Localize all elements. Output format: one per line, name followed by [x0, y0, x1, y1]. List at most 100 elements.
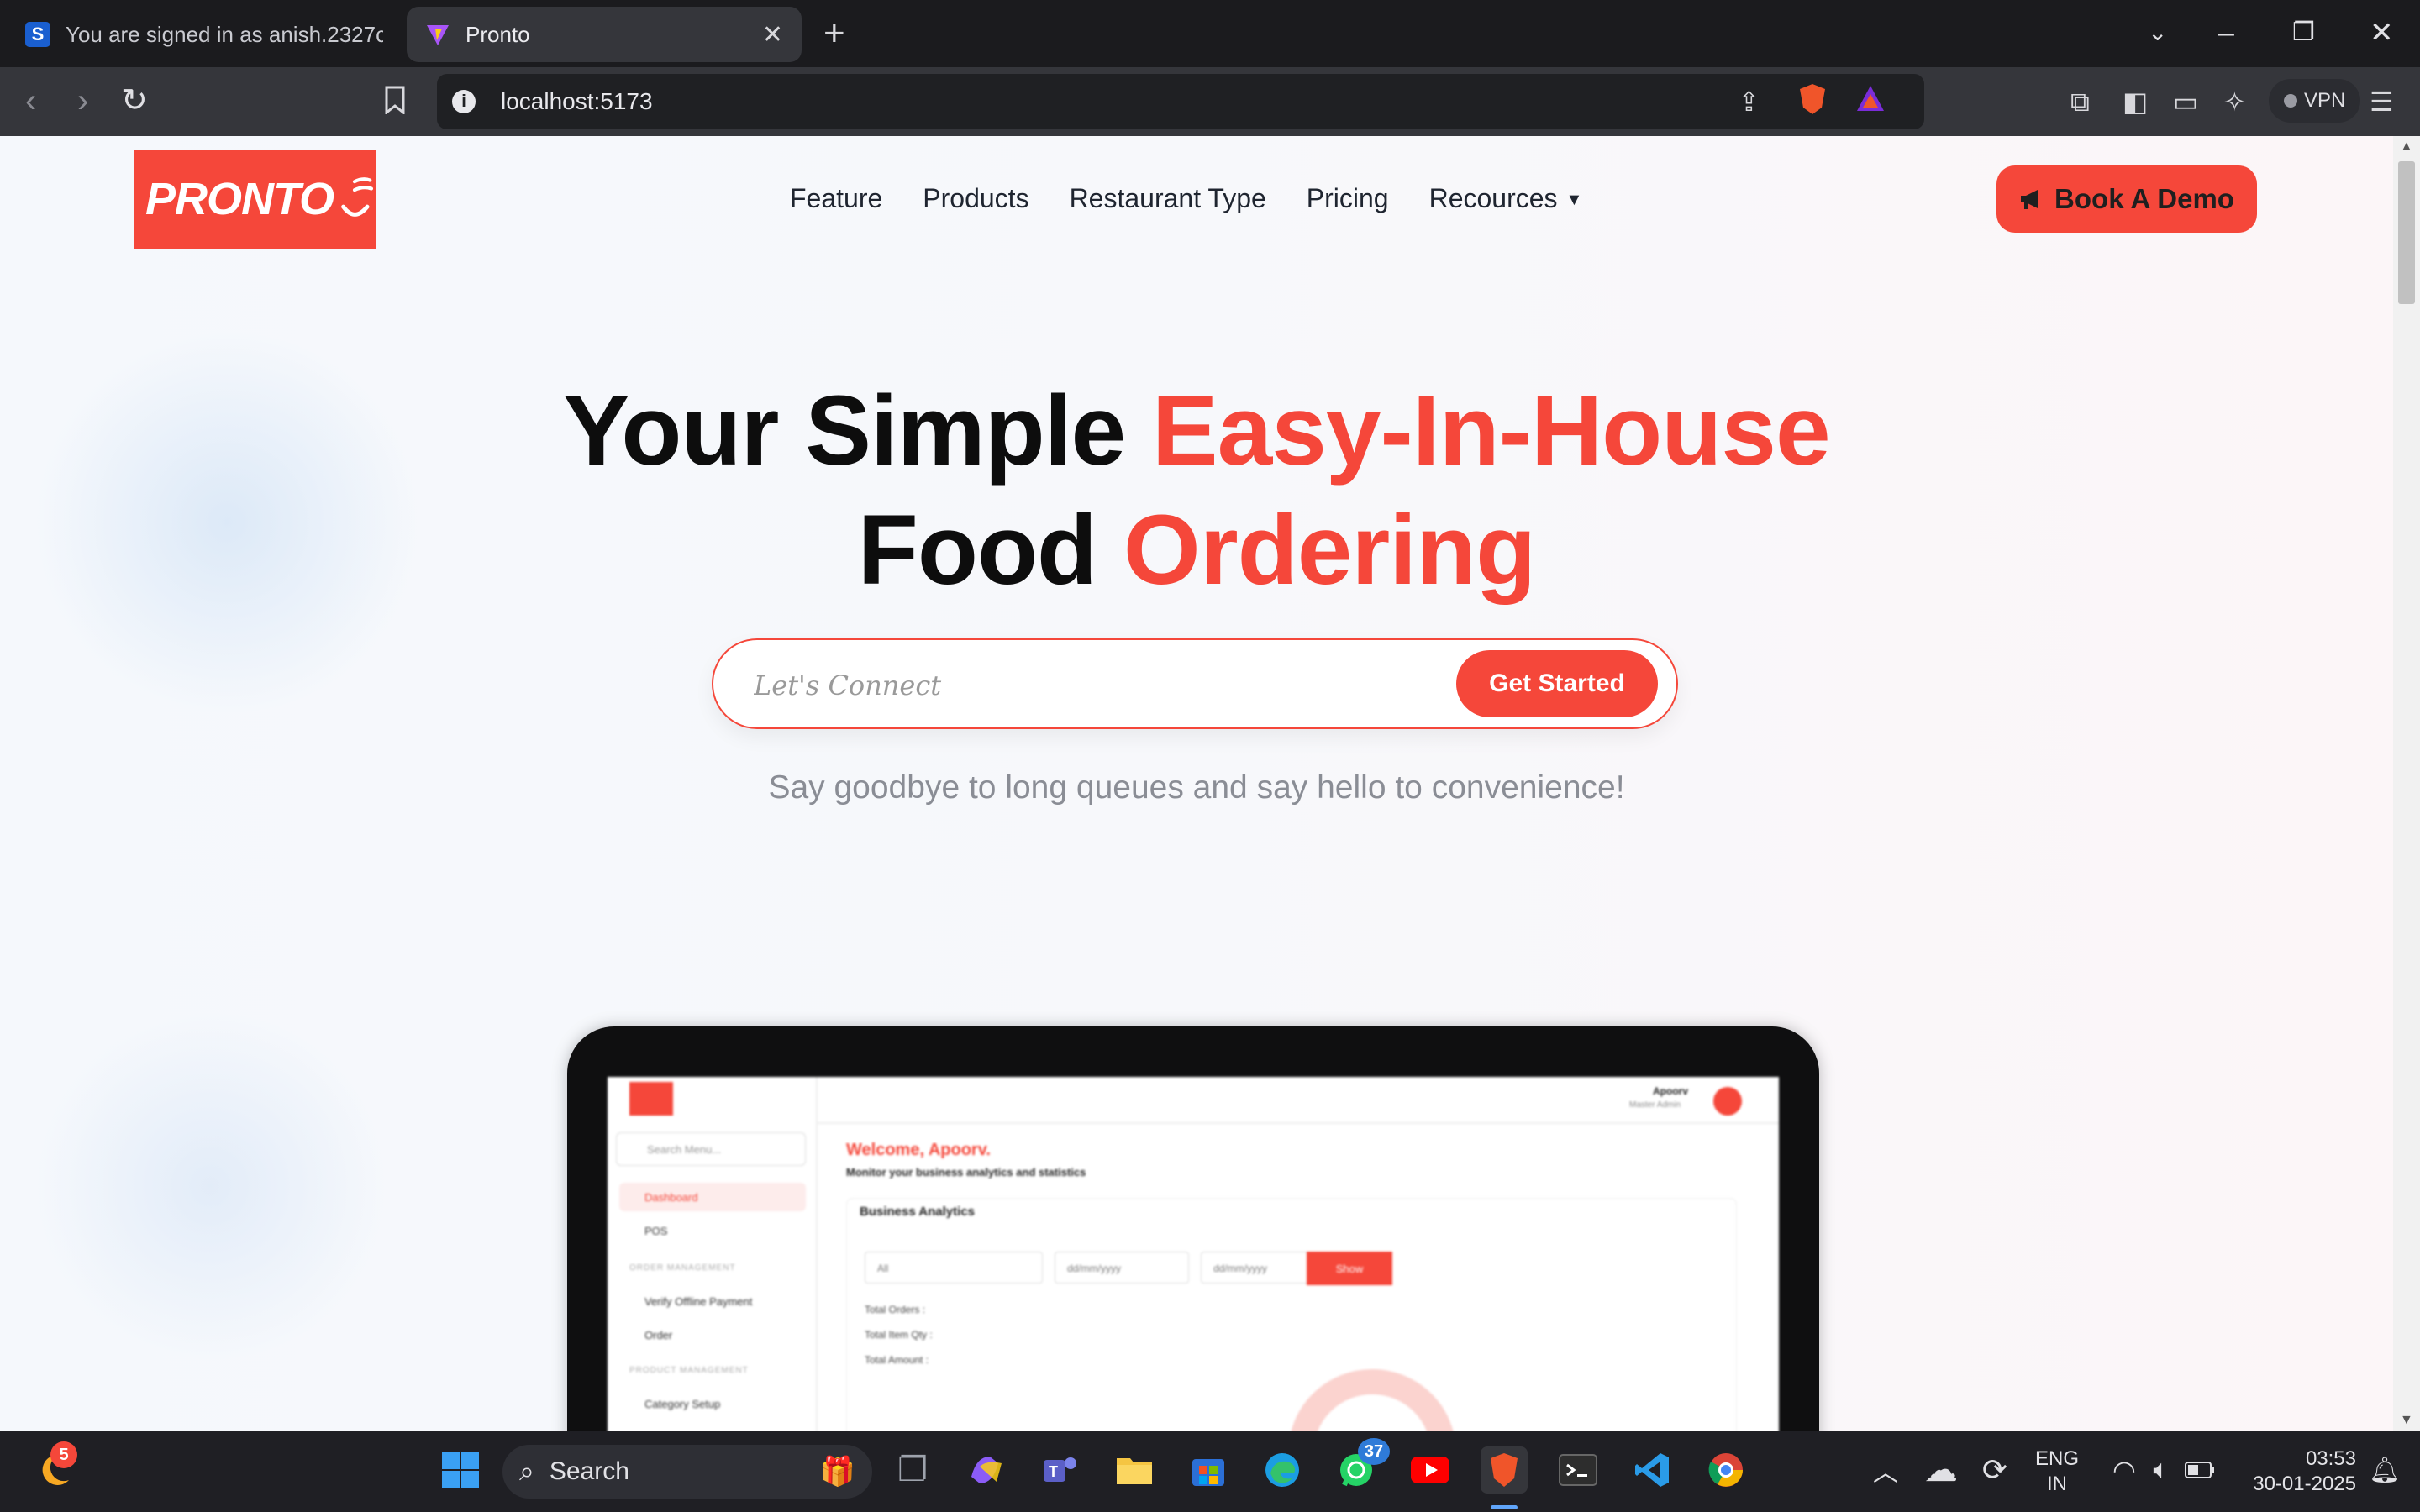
windows-taskbar: 5 ⌕ Search 🎁 ❐ T 37 ︿ ☁ ⟳ ENG IN ◠ 🔈︎ 03… — [0, 1431, 2420, 1512]
sidebar-icon[interactable]: ◧ — [2123, 86, 2148, 118]
address-bar[interactable]: i localhost:5173 — [437, 74, 1924, 129]
terminal-icon[interactable] — [1555, 1446, 1602, 1494]
scroll-up-icon[interactable]: ▲ — [2400, 139, 2413, 155]
edge-icon[interactable] — [1259, 1446, 1306, 1494]
nav-pricing[interactable]: Pricing — [1307, 183, 1389, 214]
smile-icon — [341, 177, 374, 217]
forward-button[interactable]: › — [77, 82, 88, 119]
clock-time: 03:53 — [2305, 1447, 2356, 1470]
nav-feature[interactable]: Feature — [790, 183, 882, 214]
close-window-button[interactable]: ✕ — [2370, 12, 2394, 54]
onedrive-icon[interactable]: ☁ — [1918, 1446, 1965, 1494]
dashboard-stat: Total Orders : — [865, 1304, 926, 1315]
taskbar-search[interactable]: ⌕ Search 🎁 — [502, 1445, 872, 1499]
browser-toolbar: ‹ › ↻ i localhost:5173 ⇪ ⧉ ◧ ▭ ✧ VPN ☰ — [0, 67, 2420, 136]
background-glow — [34, 1010, 387, 1362]
language-indicator[interactable]: ENG IN — [2032, 1446, 2082, 1497]
vpn-status-icon — [2284, 94, 2297, 108]
battery-icon[interactable] — [2176, 1446, 2223, 1494]
hero-plain-1: Your Simple — [563, 375, 1152, 486]
nav-products[interactable]: Products — [923, 183, 1028, 214]
brave-shields-icon[interactable] — [1798, 82, 1827, 123]
youtube-icon[interactable] — [1407, 1446, 1454, 1494]
back-button[interactable]: ‹ — [25, 82, 36, 119]
dashboard-avatar — [1713, 1087, 1742, 1116]
book-demo-label: Book A Demo — [2054, 183, 2234, 214]
main-nav: Feature Products Restaurant Type Pricing… — [790, 183, 1582, 214]
microsoft-store-icon[interactable] — [1185, 1446, 1232, 1494]
vscode-icon[interactable] — [1628, 1446, 1676, 1494]
notifications-icon[interactable]: 🔔︎ — [2361, 1446, 2408, 1494]
new-tab-button[interactable]: + — [823, 13, 845, 54]
nav-restaurant-type[interactable]: Restaurant Type — [1070, 183, 1266, 214]
vpn-label: VPN — [2304, 89, 2346, 112]
hero-accent-2: Ordering — [1123, 495, 1536, 606]
file-explorer-icon[interactable] — [1111, 1446, 1158, 1494]
bookmark-icon[interactable] — [383, 86, 407, 121]
dashboard-card-title: Business Analytics — [860, 1205, 975, 1219]
wallet-icon[interactable]: ▭ — [2173, 86, 2198, 118]
vpn-button[interactable]: VPN — [2269, 79, 2361, 123]
address-text: localhost:5173 — [501, 88, 653, 114]
task-view-icon[interactable]: ❐ — [889, 1446, 936, 1494]
dashboard-main: Apoorv Master Admin Welcome, Apoorv. Mon… — [818, 1077, 1779, 1431]
hero-heading: Your Simple Easy-In-House Food Ordering — [0, 371, 2393, 610]
search-icon: ⌕ — [519, 1456, 534, 1486]
caret-down-icon: ▼ — [1565, 191, 1583, 210]
leo-ai-icon[interactable]: ✧ — [2223, 86, 2246, 118]
reload-button[interactable]: ↻ — [121, 82, 148, 119]
tab-search-chevron-icon[interactable]: ⌄ — [2148, 12, 2167, 54]
tab-pronto[interactable]: Pronto ✕ — [407, 7, 802, 62]
dashboard-topbar: Apoorv Master Admin — [818, 1077, 1779, 1124]
svg-text:T: T — [1049, 1463, 1058, 1480]
laptop-mockup: Search Menu... Dashboard POS ORDER MANAG… — [567, 1026, 1819, 1431]
nav-resources-label: Recources — [1428, 183, 1558, 213]
restore-button[interactable]: ❐ — [2292, 12, 2315, 54]
active-app-indicator — [1491, 1505, 1518, 1509]
vite-favicon-icon — [425, 22, 450, 47]
nav-resources[interactable]: Recources ▼ — [1429, 183, 1583, 214]
connect-input[interactable] — [754, 660, 1392, 711]
book-demo-button[interactable]: Book A Demo — [1996, 165, 2257, 233]
dashboard-role: Master Admin — [1629, 1100, 1681, 1110]
dashboard-stat: Total Item Qty : — [865, 1329, 933, 1341]
show-hidden-icons-icon[interactable]: ︿ — [1862, 1446, 1909, 1494]
dashboard-section: ORDER MANAGEMENT — [629, 1263, 736, 1273]
scrollbar-thumb[interactable] — [2398, 161, 2415, 304]
hero-plain-2: Food — [857, 495, 1123, 606]
sync-icon[interactable]: ⟳ — [1971, 1446, 2018, 1494]
dashboard-welcome: Welcome, Apoorv. — [846, 1141, 991, 1159]
teams-icon[interactable]: T — [1037, 1446, 1084, 1494]
menu-icon[interactable]: ☰ — [2370, 86, 2394, 118]
close-tab-icon[interactable]: ✕ — [762, 20, 783, 50]
copilot-icon[interactable] — [963, 1446, 1010, 1494]
share-icon[interactable]: ⇪ — [1738, 86, 1760, 118]
dashboard-item: Category Setup — [644, 1398, 721, 1410]
pronto-logo[interactable]: PRONTO — [134, 150, 376, 249]
tab-signed-in[interactable]: S You are signed in as anish.2327cs11 — [7, 7, 402, 62]
chrome-icon[interactable] — [1702, 1446, 1749, 1494]
dashboard-sidebar: Search Menu... Dashboard POS ORDER MANAG… — [608, 1077, 818, 1431]
dashboard-stat: Total Amount : — [865, 1354, 929, 1366]
dashboard-show-button: Show — [1307, 1252, 1392, 1285]
dashboard-logo — [629, 1082, 673, 1116]
search-highlight-icon: 🎁 — [819, 1456, 855, 1488]
page-scrollbar[interactable]: ▲ ▼ — [2393, 136, 2420, 1431]
logo-text: PRONTO — [145, 174, 334, 224]
extensions-icon[interactable]: ⧉ — [2070, 86, 2090, 118]
get-started-button[interactable]: Get Started — [1456, 650, 1658, 717]
minimize-button[interactable]: – — [2218, 12, 2234, 54]
windows-start-icon[interactable] — [437, 1446, 484, 1494]
brave-rewards-icon[interactable] — [1855, 84, 1886, 119]
clock-date: 30-01-2025 — [2253, 1473, 2356, 1495]
tab-title: Pronto — [466, 21, 530, 47]
site-info-icon[interactable]: i — [452, 90, 476, 113]
dashboard-filter: All — [865, 1252, 1043, 1284]
language-region: IN — [2047, 1473, 2067, 1495]
tab-title: You are signed in as anish.2327cs11 — [66, 21, 383, 47]
clock[interactable]: 03:53 30-01-2025 — [2230, 1446, 2356, 1497]
dashboard-subtitle: Monitor your business analytics and stat… — [846, 1166, 1086, 1179]
scroll-down-icon[interactable]: ▼ — [2400, 1413, 2413, 1428]
brave-browser-icon[interactable] — [1481, 1446, 1528, 1494]
connect-form: Get Started — [712, 638, 1678, 729]
